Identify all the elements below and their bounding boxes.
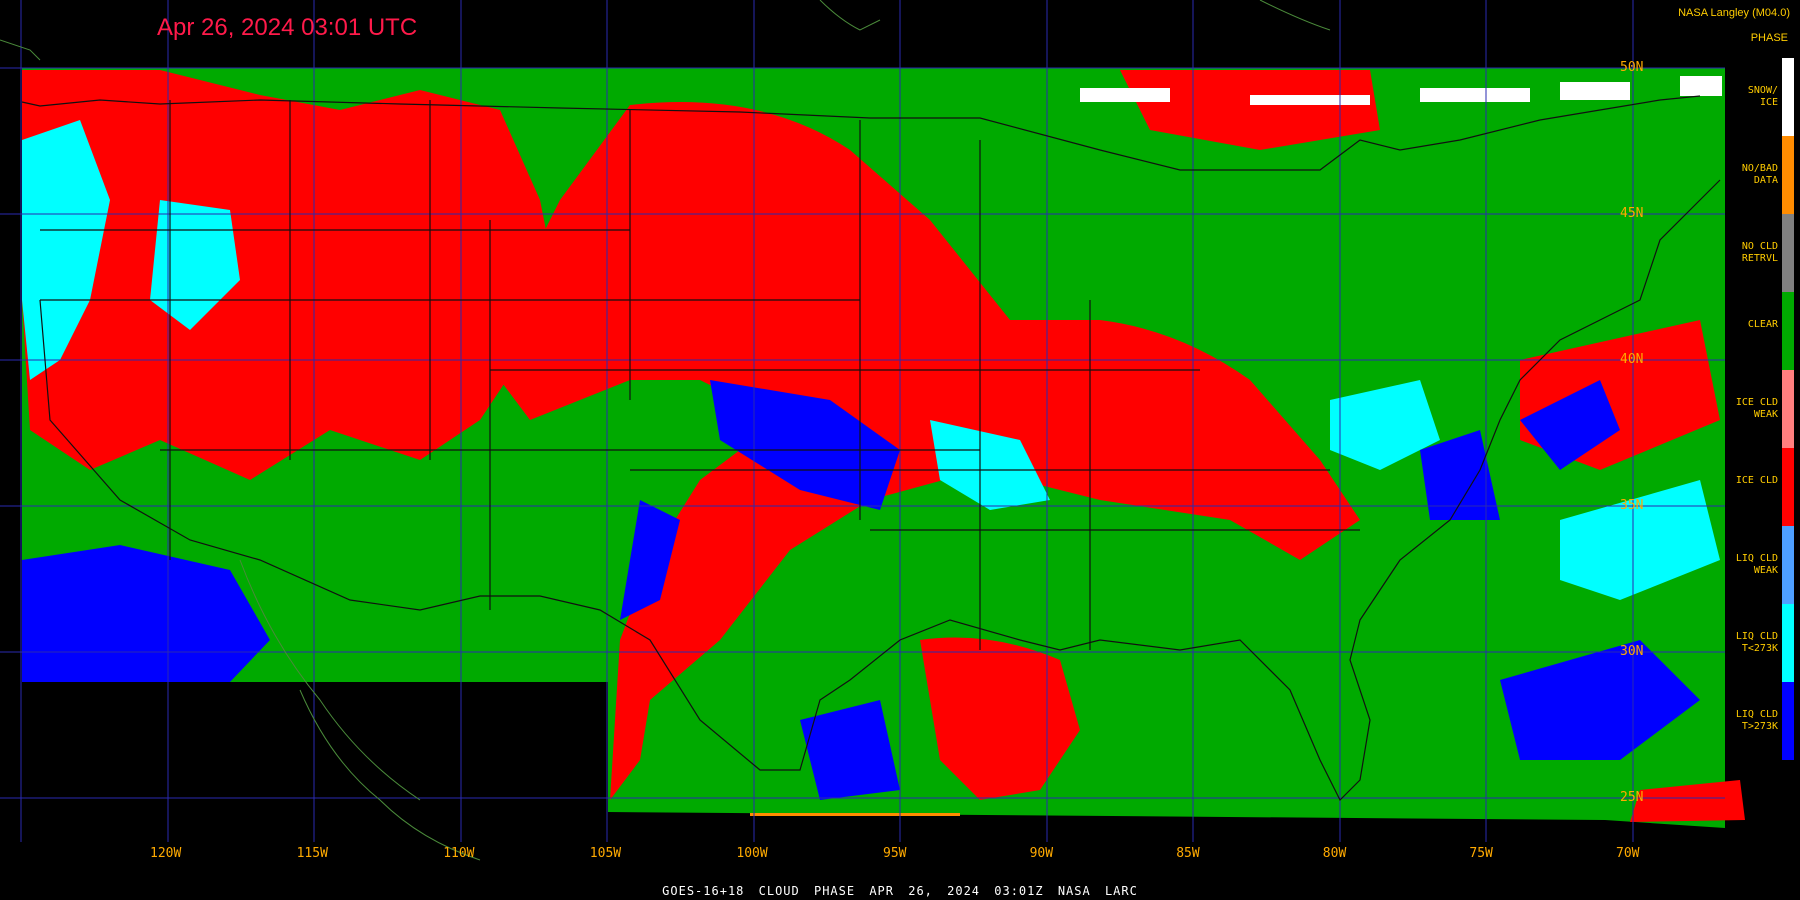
legend-label: LIQ CLD WEAK [1735, 553, 1778, 576]
legend-label: NO/BAD DATA [1741, 163, 1778, 186]
cloud-phase-map [0, 0, 1800, 900]
legend-swatch [1782, 526, 1794, 604]
longitude-label: 75W [1469, 846, 1493, 861]
legend-swatch [1782, 214, 1794, 292]
longitude-label: 105W [589, 846, 622, 861]
longitude-label: 70W [1616, 846, 1640, 861]
latitude-label: 25N [1620, 790, 1644, 805]
latitude-label: 35N [1620, 498, 1644, 513]
longitude-label: 100W [736, 846, 768, 861]
legend-label: CLEAR [1747, 319, 1778, 330]
legend-label: SNOW/ ICE [1747, 85, 1778, 108]
latitude-label: 30N [1620, 644, 1644, 659]
legend-label: ICE CLD [1735, 475, 1778, 486]
legend-bar [1782, 58, 1794, 760]
map-title: Apr 26, 2024 03:01 UTC [157, 14, 418, 41]
credit-label: NASA Langley (M04.0) [1678, 7, 1790, 19]
legend-label: ICE CLD WEAK [1735, 397, 1778, 420]
legend-swatch [1782, 136, 1794, 214]
legend-swatch [1782, 58, 1794, 136]
longitude-label: 90W [1029, 846, 1054, 861]
legend-title: PHASE [1750, 32, 1788, 44]
legend-swatch [1782, 604, 1794, 682]
longitude-label: 120W [150, 846, 182, 861]
legend-swatch [1782, 370, 1794, 448]
longitude-label: 85W [1176, 846, 1200, 861]
latitude-label: 40N [1620, 352, 1644, 367]
legend-swatch [1782, 292, 1794, 370]
legend-swatch [1782, 682, 1794, 760]
longitude-label: 95W [883, 846, 907, 861]
orange-no-data-strip [750, 813, 960, 816]
legend-label: LIQ CLD T<273K [1735, 631, 1778, 654]
longitude-label: 110W [443, 846, 475, 861]
legend-swatch [1782, 448, 1794, 526]
legend-label: NO CLD RETRVL [1741, 241, 1778, 264]
product-footer: GOES-16+18 CLOUD PHASE APR 26, 2024 03:0… [662, 884, 1138, 898]
legend-label: LIQ CLD T>273K [1735, 709, 1778, 732]
latitude-label: 45N [1620, 206, 1644, 221]
latitude-label: 50N [1620, 60, 1644, 75]
longitude-label: 115W [296, 846, 328, 861]
longitude-label: 80W [1322, 846, 1347, 861]
